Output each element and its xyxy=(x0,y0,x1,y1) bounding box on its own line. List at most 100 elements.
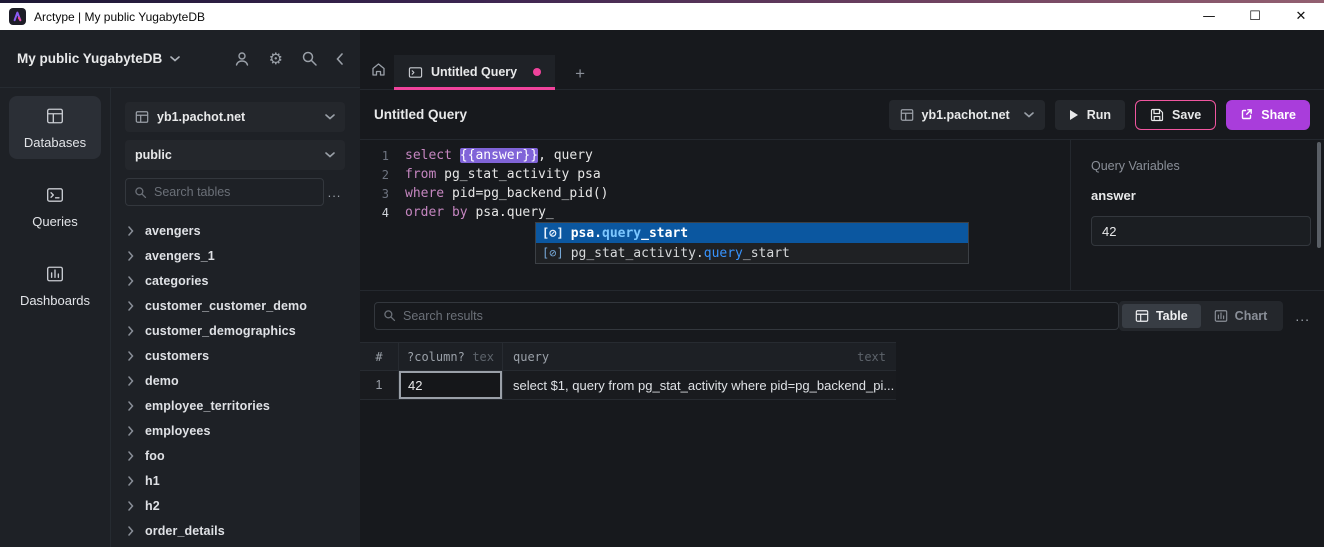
line-number: 3 xyxy=(360,187,389,201)
share-icon xyxy=(1240,108,1253,121)
panel-title: Query Variables xyxy=(1091,159,1304,173)
chevron-right-icon xyxy=(128,376,134,386)
nav-rail: Databases Queries Dashboards xyxy=(0,88,110,547)
chevron-right-icon xyxy=(128,251,134,261)
table-list-item[interactable]: customers xyxy=(125,343,345,368)
schema-select[interactable]: public xyxy=(125,140,345,170)
table-view-button[interactable]: Table xyxy=(1122,304,1201,328)
unsaved-dot-icon xyxy=(533,68,541,76)
results-toolbar: Table Chart ... xyxy=(360,290,1324,340)
query-variable-token: {{answer}} xyxy=(460,148,538,163)
chevron-right-icon xyxy=(128,326,134,336)
column-header-column1[interactable]: ?column? tex xyxy=(399,343,503,370)
table-list-item[interactable]: h1 xyxy=(125,468,345,493)
database-icon xyxy=(900,108,914,122)
autocomplete-item[interactable]: [⊘] pg_stat_activity.query_start xyxy=(536,243,968,263)
workspace-header: My public YugabyteDB ⚙ xyxy=(0,30,360,88)
new-tab-button[interactable]: + xyxy=(575,65,585,82)
table-list-item[interactable]: employee_territories xyxy=(125,393,345,418)
table-list-item[interactable]: employees xyxy=(125,418,345,443)
line-number: 4 xyxy=(360,206,389,220)
column-type: text xyxy=(857,350,886,364)
table-list-item[interactable]: avengers_1 xyxy=(125,243,345,268)
variable-name: answer xyxy=(1091,188,1304,203)
search-tables-input[interactable] xyxy=(154,185,315,199)
chevron-right-icon xyxy=(128,276,134,286)
chevron-right-icon xyxy=(128,501,134,511)
column-header-index[interactable]: # xyxy=(360,343,399,370)
code-line: 3 where pid=pg_backend_pid() xyxy=(360,184,1070,203)
chevron-right-icon xyxy=(128,426,134,436)
sidebar-item-queries[interactable]: Queries xyxy=(9,175,101,238)
share-button[interactable]: Share xyxy=(1226,100,1310,130)
column-type: tex xyxy=(472,350,494,364)
search-icon xyxy=(134,186,147,199)
tab-bar: Untitled Query + xyxy=(360,30,1324,90)
table-list-item[interactable]: categories xyxy=(125,268,345,293)
sidebar-item-dashboards[interactable]: Dashboards xyxy=(9,254,101,317)
table-list-item[interactable]: h2 xyxy=(125,493,345,518)
sql-editor[interactable]: 1 select {{answer}} , query 2 from pg_st… xyxy=(360,140,1070,290)
line-number: 2 xyxy=(360,168,389,182)
column-header-query[interactable]: query text xyxy=(503,343,896,370)
window-title: Arctype | My public YugabyteDB xyxy=(34,10,205,24)
maximize-button[interactable]: ☐ xyxy=(1232,3,1278,30)
chevron-right-icon xyxy=(128,301,134,311)
results-grid: # ?column? tex query text 1 42 select $1… xyxy=(360,342,896,400)
gear-icon[interactable]: ⚙ xyxy=(269,51,283,67)
table-list-item[interactable]: foo xyxy=(125,443,345,468)
arctype-logo-icon xyxy=(9,8,26,25)
home-tab[interactable] xyxy=(362,55,394,89)
field-icon: [⊘] xyxy=(542,226,564,240)
search-icon xyxy=(383,309,396,322)
save-button[interactable]: Save xyxy=(1135,100,1216,130)
variable-value-input[interactable] xyxy=(1091,216,1311,246)
search-icon[interactable] xyxy=(301,50,318,67)
tab-label: Untitled Query xyxy=(431,65,517,79)
save-icon xyxy=(1150,108,1164,122)
arctype-window: Arctype | My public YugabyteDB — ☐ ✕ My … xyxy=(0,0,1324,547)
chevron-down-icon xyxy=(325,152,335,158)
minimize-button[interactable]: — xyxy=(1186,3,1232,30)
table-list-item[interactable]: customer_demographics xyxy=(125,318,345,343)
collapse-sidebar-icon[interactable] xyxy=(336,53,343,65)
query-header: Untitled Query yb1.pachot.net Run xyxy=(360,90,1324,140)
chart-view-button[interactable]: Chart xyxy=(1201,304,1281,328)
table-row: 1 42 select $1, query from pg_stat_activ… xyxy=(360,371,896,400)
search-results-box xyxy=(374,302,1119,330)
table-list-item[interactable]: demo xyxy=(125,368,345,393)
row-index[interactable]: 1 xyxy=(360,371,399,399)
table-list-item[interactable]: avengers xyxy=(125,218,345,243)
cell-query[interactable]: select $1, query from pg_stat_activity w… xyxy=(503,371,896,399)
query-connection-select[interactable]: yb1.pachot.net xyxy=(889,100,1045,130)
chevron-right-icon xyxy=(128,226,134,236)
autocomplete-popup: [⊘] psa.query_start [⊘] pg_stat_activity… xyxy=(535,222,969,264)
cell-selected[interactable]: 42 xyxy=(399,371,503,399)
results-more-button[interactable]: ... xyxy=(1295,308,1310,324)
query-title: Untitled Query xyxy=(374,107,467,122)
table-list-item[interactable]: order_details xyxy=(125,518,345,543)
search-tables-box xyxy=(125,178,324,206)
close-button[interactable]: ✕ xyxy=(1278,3,1324,30)
sidebar-item-databases[interactable]: Databases xyxy=(9,96,101,159)
line-number: 1 xyxy=(360,149,389,163)
search-results-input[interactable] xyxy=(403,309,1110,323)
connection-select[interactable]: yb1.pachot.net xyxy=(125,102,345,132)
table-list-item[interactable]: customer_customer_demo xyxy=(125,293,345,318)
run-button[interactable]: Run xyxy=(1055,100,1125,130)
workspace-name[interactable]: My public YugabyteDB xyxy=(17,51,162,66)
play-icon xyxy=(1069,109,1079,121)
user-icon[interactable] xyxy=(233,50,251,68)
chevron-right-icon xyxy=(128,476,134,486)
grid-header-row: # ?column? tex query text xyxy=(360,342,896,371)
tables-list: avengers avengers_1 categories customer_… xyxy=(125,218,345,543)
chevron-down-icon[interactable] xyxy=(170,56,180,62)
autocomplete-item-selected[interactable]: [⊘] psa.query_start xyxy=(536,223,968,243)
queries-icon xyxy=(46,186,64,204)
scrollbar-thumb[interactable] xyxy=(1317,142,1321,248)
sidebar: My public YugabyteDB ⚙ xyxy=(0,30,360,547)
chevron-right-icon xyxy=(128,351,134,361)
code-line-active: 4 order by psa.query_ xyxy=(360,203,1070,222)
tab-untitled-query[interactable]: Untitled Query xyxy=(394,55,555,89)
tables-more-button[interactable]: ... xyxy=(324,185,345,200)
